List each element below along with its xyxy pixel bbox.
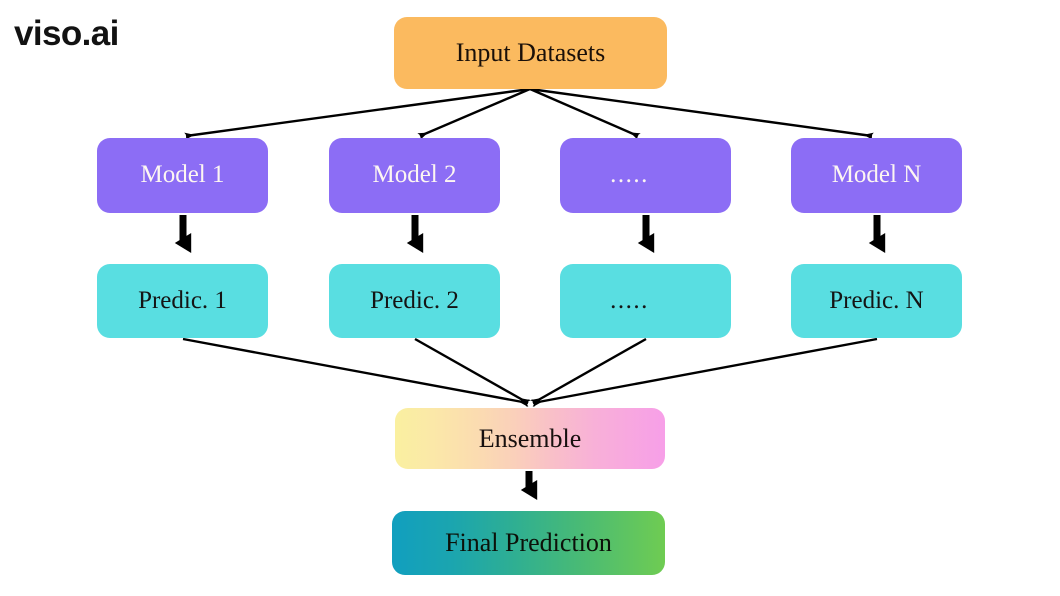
node-predic-2-label: Predic. 2 [370,286,459,314]
node-model-2-label: Model 2 [372,161,457,189]
node-predic-n-label: Predic. N [829,286,924,314]
node-predic-n[interactable]: Predic. N [791,264,962,338]
connector-input-to-model-2 [417,87,531,140]
node-predic-1-label: Predic. 1 [138,286,227,314]
predictions-to-ensemble-connectors [182,337,878,408]
node-predic-1[interactable]: Predic. 1 [97,264,268,338]
connector-input-to-model-4 [529,87,874,140]
node-model-1[interactable]: Model 1 [97,138,268,213]
node-model-1-label: Model 1 [140,161,225,189]
node-predic-ellipsis[interactable]: ..... [560,264,731,338]
models-to-predictions-connectors [174,215,886,253]
node-final-prediction-label: Final Prediction [445,528,612,558]
node-input-datasets[interactable]: Input Datasets [394,17,667,89]
node-predic-2[interactable]: Predic. 2 [329,264,500,338]
connector-input-to-model-3 [529,87,641,140]
node-model-n-label: Model N [831,161,922,189]
node-predic-ellipsis-label: ..... [610,286,649,314]
viso-ai-logo: viso.ai [14,14,119,53]
node-model-ellipsis[interactable]: ..... [560,138,731,213]
node-input-datasets-label: Input Datasets [455,38,606,68]
input-to-models-connectors [184,87,874,140]
node-ensemble[interactable]: Ensemble [395,408,665,469]
connector-predic-3-to-ensemble [530,337,647,407]
connector-predic-1-to-ensemble [182,337,530,408]
node-model-2[interactable]: Model 2 [329,138,500,213]
connector-input-to-model-1 [184,87,531,140]
node-ensemble-label: Ensemble [478,423,582,453]
diagram-canvas: viso.ai Input Datasets Model 1 Model 2 .… [0,0,1060,596]
node-model-ellipsis-label: ..... [610,161,649,189]
node-model-n[interactable]: Model N [791,138,962,213]
connector-predic-2-to-ensemble [414,337,531,407]
connector-predic-4-to-ensemble [531,337,878,408]
node-final-prediction[interactable]: Final Prediction [392,511,665,575]
